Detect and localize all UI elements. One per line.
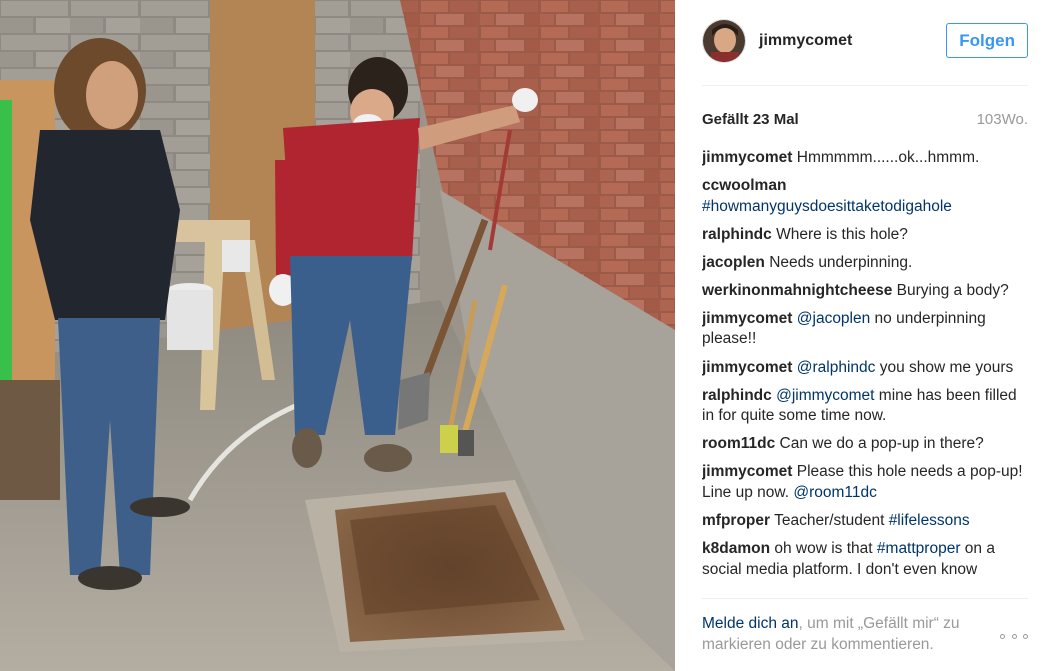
comment-item: ralphindc @jimmycomet mine has been fill… bbox=[702, 386, 1028, 427]
post-meta: Gefällt 23 Mal 103Wo. bbox=[702, 108, 1028, 130]
comment-text: Hmmmmm......ok...hmmm. bbox=[796, 149, 980, 166]
post-photo[interactable] bbox=[0, 0, 675, 671]
comment-text: Where is this hole? bbox=[776, 225, 908, 243]
post-age[interactable]: 103Wo. bbox=[977, 111, 1028, 128]
comment-item: jimmycomet Hmmmmm......ok...hmmm. bbox=[702, 148, 1028, 169]
comment-tag-link[interactable]: #howmanyguysdoesittaketodigahole bbox=[702, 198, 952, 215]
comment-item: jimmycomet Please this hole needs a pop-… bbox=[702, 462, 1028, 503]
comment-text: Burying a body? bbox=[896, 281, 1009, 299]
login-link[interactable]: Melde dich an bbox=[702, 615, 799, 632]
comment-username[interactable]: mfproper bbox=[702, 512, 770, 529]
post-header: jimmycomet Folgen bbox=[702, 18, 1028, 64]
comment-username[interactable]: jimmycomet bbox=[702, 310, 792, 327]
comment-tag-link[interactable]: #lifelessons bbox=[889, 512, 970, 529]
comment-username[interactable]: room11dc bbox=[702, 435, 775, 452]
comment-item: werkinonmahnightcheese Burying a body? bbox=[702, 281, 1028, 302]
comment-text: Needs underpinning. bbox=[769, 253, 913, 271]
avatar-image bbox=[703, 20, 745, 62]
dot-icon bbox=[1000, 633, 1005, 639]
comment-text: oh wow is that bbox=[774, 540, 877, 558]
divider bbox=[702, 598, 1028, 599]
comment-username[interactable]: jacoplen bbox=[702, 254, 765, 271]
basement-hole-photo bbox=[0, 0, 675, 671]
comment-tag-link[interactable]: @ralphindc bbox=[797, 359, 876, 376]
header-username[interactable]: jimmycomet bbox=[759, 32, 852, 50]
more-options-icon[interactable] bbox=[1000, 626, 1028, 646]
comment-username[interactable]: jimmycomet bbox=[702, 463, 792, 480]
instagram-post: jimmycomet Folgen Gefällt 23 Mal 103Wo. … bbox=[0, 0, 1048, 671]
login-prompt: Melde dich an, um mit „Gefällt mir“ zu m… bbox=[702, 614, 992, 655]
comment-item: jimmycomet @ralphindc you show me yours bbox=[702, 358, 1028, 379]
comment-text: Teacher/student bbox=[774, 511, 889, 529]
comment-username[interactable]: k8damon bbox=[702, 540, 770, 557]
side-panel: jimmycomet Folgen Gefällt 23 Mal 103Wo. … bbox=[675, 0, 1048, 671]
comment-tag-link[interactable]: @jimmycomet bbox=[776, 387, 874, 404]
comment-item: room11dc Can we do a pop-up in there? bbox=[702, 434, 1028, 455]
comments-list[interactable]: jimmycomet Hmmmmm......ok...hmmm. ccwoolm… bbox=[702, 148, 1028, 599]
comment-username[interactable]: ccwoolman bbox=[702, 177, 786, 194]
comment-item: mfproper Teacher/student #lifelessons bbox=[702, 511, 1028, 532]
comment-text: Can we do a pop-up in there? bbox=[779, 435, 984, 453]
likes-count[interactable]: Gefällt 23 Mal bbox=[702, 111, 799, 128]
comment-text: you show me yours bbox=[875, 358, 1014, 376]
comment-item: k8damon oh wow is that #mattproper on a … bbox=[702, 539, 1028, 580]
comment-username[interactable]: ralphindc bbox=[702, 387, 772, 404]
follow-button[interactable]: Folgen bbox=[946, 23, 1028, 58]
avatar[interactable] bbox=[702, 19, 746, 63]
dot-icon bbox=[1023, 633, 1028, 639]
comment-tag-link[interactable]: @room11dc bbox=[793, 484, 877, 501]
divider bbox=[702, 85, 1028, 86]
comment-username[interactable]: ralphindc bbox=[702, 226, 772, 243]
comment-item: ccwoolman #howmanyguysdoesittaketodigaho… bbox=[702, 176, 1028, 217]
dot-icon bbox=[1011, 633, 1017, 639]
comment-tag-link[interactable]: #mattproper bbox=[877, 540, 961, 557]
comment-username[interactable]: jimmycomet bbox=[702, 149, 792, 166]
comment-username[interactable]: werkinonmahnightcheese bbox=[702, 282, 892, 299]
comment-item: jacoplen Needs underpinning. bbox=[702, 253, 1028, 274]
comment-username[interactable]: jimmycomet bbox=[702, 359, 792, 376]
comment-item: ralphindc Where is this hole? bbox=[702, 225, 1028, 246]
comment-tag-link[interactable]: @jacoplen bbox=[797, 310, 870, 327]
comment-item: jimmycomet @jacoplen no underpinning ple… bbox=[702, 309, 1028, 350]
